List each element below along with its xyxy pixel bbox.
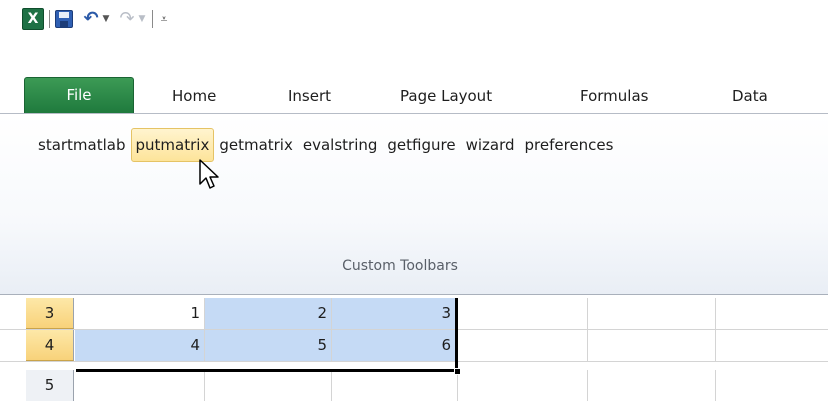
qat-separator — [49, 10, 50, 28]
qat-separator — [152, 10, 153, 28]
tab-insert[interactable]: Insert — [288, 79, 331, 113]
cell[interactable]: 4 — [75, 330, 205, 361]
getmatrix-button[interactable]: getmatrix — [214, 128, 298, 162]
custom-toolbar-row: startmatlab putmatrix getmatrix evalstri… — [0, 128, 618, 162]
tab-file[interactable]: File — [24, 77, 134, 113]
cell[interactable] — [332, 370, 458, 401]
cell[interactable]: 2 — [205, 298, 332, 329]
row-header[interactable]: 3 — [26, 298, 74, 329]
customize-quick-access-icon[interactable]: ⩡ — [158, 9, 170, 29]
excel-window: X ↶ ▼ ↷ ▼ ⩡ File Home Insert Page Layout… — [0, 0, 828, 410]
cell[interactable] — [458, 330, 588, 361]
grid-row: 4 4 5 6 — [0, 330, 828, 362]
excel-icon[interactable]: X — [22, 8, 44, 30]
cell[interactable] — [458, 370, 588, 401]
quick-access-toolbar: X ↶ ▼ ↷ ▼ ⩡ — [22, 6, 170, 32]
tab-page-layout[interactable]: Page Layout — [400, 79, 492, 113]
undo-icon[interactable]: ↶ — [81, 9, 101, 29]
tab-data[interactable]: Data — [732, 79, 768, 113]
grid-row: 5 — [0, 370, 828, 402]
getfigure-button[interactable]: getfigure — [382, 128, 460, 162]
worksheet-grid: 3 1 2 3 4 4 5 6 5 — [0, 298, 828, 410]
tab-home[interactable]: Home — [172, 79, 216, 113]
redo-icon[interactable]: ↷ — [117, 9, 137, 29]
cell[interactable] — [458, 298, 588, 329]
undo-dropdown-icon[interactable]: ▼ — [101, 9, 111, 29]
row-header[interactable]: 4 — [26, 330, 74, 361]
tab-formulas[interactable]: Formulas — [580, 79, 648, 113]
group-label: Custom Toolbars — [342, 258, 458, 274]
preferences-button[interactable]: preferences — [520, 128, 619, 162]
cell[interactable] — [205, 370, 332, 401]
wizard-button[interactable]: wizard — [461, 128, 520, 162]
cell[interactable] — [588, 370, 716, 401]
redo-dropdown-icon[interactable]: ▼ — [137, 9, 147, 29]
cell[interactable] — [75, 370, 205, 401]
putmatrix-button[interactable]: putmatrix — [130, 128, 215, 162]
cell[interactable] — [716, 298, 828, 329]
fill-handle[interactable] — [454, 368, 461, 375]
cell[interactable] — [716, 330, 828, 361]
mouse-pointer-icon — [199, 159, 219, 189]
save-icon[interactable] — [55, 10, 73, 28]
ribbon-tabs: File Home Insert Page Layout Formulas Da… — [0, 77, 828, 113]
cell[interactable]: 5 — [205, 330, 332, 361]
cell[interactable] — [716, 370, 828, 401]
grid-row: 3 1 2 3 — [0, 298, 828, 330]
cell[interactable] — [588, 298, 716, 329]
row-header[interactable]: 5 — [26, 370, 74, 401]
cell[interactable]: 3 — [332, 298, 456, 329]
evalstring-button[interactable]: evalstring — [298, 128, 383, 162]
cell[interactable] — [588, 330, 716, 361]
cell[interactable]: 6 — [332, 330, 456, 361]
selection-border — [76, 369, 458, 372]
ribbon-panel: startmatlab putmatrix getmatrix evalstri… — [0, 113, 828, 295]
cell[interactable]: 1 — [75, 298, 205, 329]
selection-border — [455, 298, 458, 370]
startmatlab-button[interactable]: startmatlab — [33, 128, 131, 162]
